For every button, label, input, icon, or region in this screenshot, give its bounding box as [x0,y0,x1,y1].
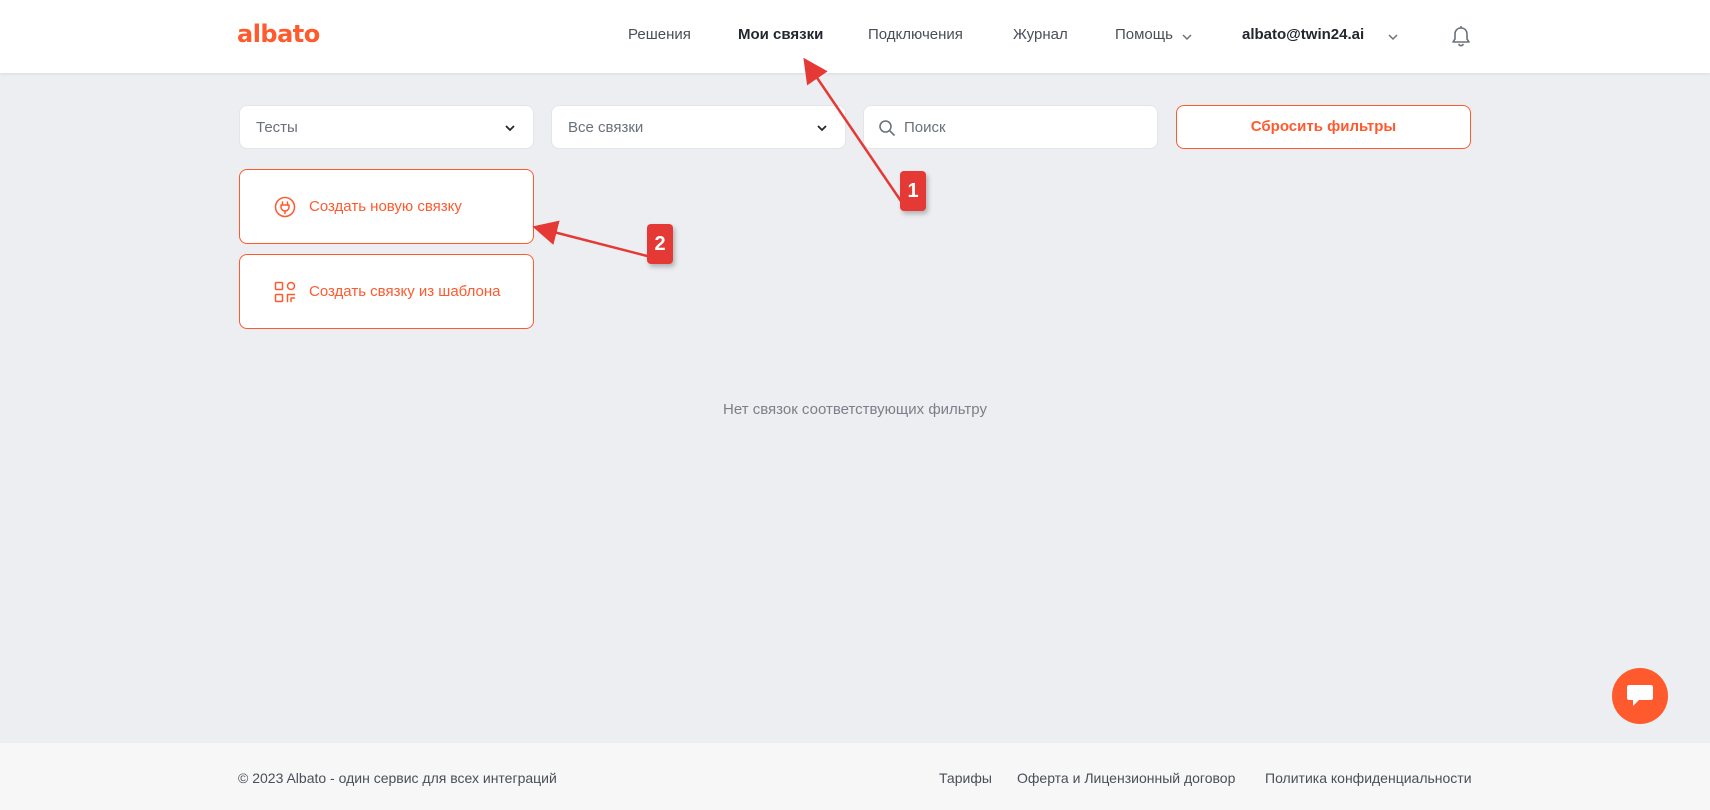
nav-item-help[interactable]: Помощь [1115,26,1173,43]
nav-item-connections[interactable]: Подключения [868,26,963,43]
search-icon [879,120,895,136]
folder-select-value: Тесты [256,119,298,136]
chat-bubble-icon [1627,685,1653,706]
footer: © 2023 Albato - один сервис для всех инт… [0,743,1710,810]
create-new-bundle-button[interactable]: Создать новую связку [239,169,534,244]
create-from-template-label: Создать связку из шаблона [309,283,501,300]
help-chevron-down-icon [1182,34,1192,41]
status-select[interactable]: Все связки [551,105,846,149]
nav-item-solutions[interactable]: Решения [628,26,691,43]
annotation-arrow-2 [532,220,652,259]
empty-state-message: Нет связок соответствующих фильтру [723,401,987,418]
chevron-down-icon [817,125,827,132]
folder-select[interactable]: Тесты [239,105,534,149]
nav-item-journal[interactable]: Журнал [1013,26,1068,43]
annotation-badge-1: 1 [900,171,926,211]
chevron-down-icon [505,125,515,132]
top-header: albato Решения Мои связки Подключения Жу… [0,0,1710,73]
footer-link-privacy[interactable]: Политика конфиденциальности [1265,770,1472,786]
search-placeholder: Поиск [904,119,946,136]
user-chevron-down-icon[interactable] [1387,31,1399,43]
reset-filters-button[interactable]: Сбросить фильтры [1176,105,1471,149]
footer-copyright: © 2023 Albato - один сервис для всех инт… [238,770,557,786]
template-grid-icon [274,281,296,303]
albato-logo[interactable]: albato [237,20,320,48]
create-from-template-button[interactable]: Создать связку из шаблона [239,254,534,329]
bell-icon[interactable] [1450,25,1472,49]
nav-item-my-bundles[interactable]: Мои связки [738,26,823,43]
footer-link-pricing[interactable]: Тарифы [939,770,992,786]
search-input[interactable]: Поиск [863,105,1158,149]
annotation-badge-2: 2 [647,224,673,264]
chat-button[interactable] [1612,668,1668,724]
status-select-value: Все связки [568,119,644,136]
create-new-bundle-label: Создать новую связку [309,198,462,215]
plug-icon [274,196,296,218]
footer-link-offer[interactable]: Оферта и Лицензионный договор [1017,770,1235,786]
user-email[interactable]: albato@twin24.ai [1242,26,1364,43]
